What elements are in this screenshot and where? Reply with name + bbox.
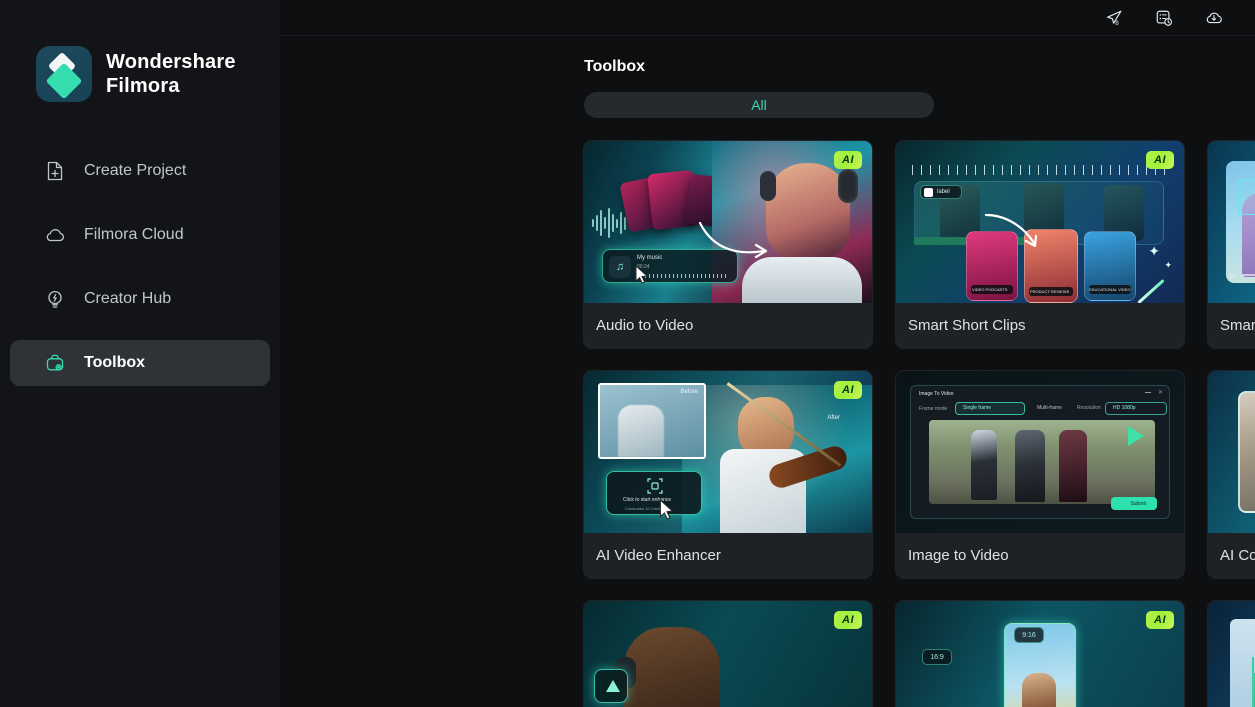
sidebar-item-label: Create Project (84, 162, 187, 179)
tool-card-smart-scene-cut[interactable]: ▷ 00:11 Highlight Detect Scene Cut Scene… (1208, 141, 1255, 348)
file-plus-icon (44, 160, 66, 182)
sidebar-item-label: Filmora Cloud (84, 226, 184, 243)
resolution-value: HD 1080p (1113, 405, 1136, 411)
ai-badge: AI (834, 151, 862, 169)
tab-all-label: All (751, 97, 767, 113)
card-thumbnail: 16:9 9:16 AI (896, 601, 1184, 707)
ratio-9-16-chip: 9:16 (1014, 627, 1044, 643)
card-thumbnail: Planar Tracking (1208, 601, 1255, 707)
toolbox-content: Toolbox All ♫ My music 00:24 AI Audio to… (280, 36, 1255, 707)
ai-badge: AI (834, 381, 862, 399)
sidebar-item-label: Creator Hub (84, 290, 172, 307)
card-title: Smart Scene Cut (1220, 317, 1255, 334)
cloud-download-icon[interactable] (1197, 3, 1231, 33)
apps-grid-icon[interactable] (1247, 3, 1255, 33)
card-title: Audio to Video (596, 317, 694, 334)
dialog-title: Image To Video (919, 391, 954, 397)
toolbox-icon (44, 352, 66, 374)
tool-card-audio-to-video[interactable]: ♫ My music 00:24 AI Audio to Video (584, 141, 872, 348)
task-history-icon[interactable] (1147, 3, 1181, 33)
tool-card-row3-3[interactable]: Planar Tracking (1208, 601, 1255, 707)
brand-line-2: Filmora (106, 75, 180, 97)
card-thumbnail: ♫ My music 00:24 AI (584, 141, 872, 303)
sidebar-nav: Create Project Filmora Cloud Creator Hub… (0, 148, 280, 386)
tab-single-frame[interactable]: Single frame (963, 405, 991, 411)
brand-logo-block: Wondershare Filmora (0, 0, 280, 102)
card-title: AI Video Enhancer (596, 547, 721, 564)
before-label: Before (680, 389, 698, 395)
ai-badge: AI (834, 611, 862, 629)
clip-2-label: PRODUCT REVIEWS (1030, 289, 1070, 294)
send-feedback-icon[interactable]: 8 (1097, 3, 1131, 33)
card-thumbnail: Before After Click to start enhance Cons… (584, 371, 872, 533)
card-thumbnail: ▷ 00:11 Highlight Detect Scene Cut Scene… (1208, 141, 1255, 303)
cloud-icon (44, 224, 66, 246)
mode-label: Frame mode (919, 406, 948, 412)
tool-card-image-to-video[interactable]: Image To Video ✕ Frame mode Single frame… (896, 371, 1184, 578)
card-title: AI Color Palette (1220, 547, 1255, 564)
card-thumbnail: Image To Video ✕ Frame mode Single frame… (896, 371, 1184, 533)
sidebar: Wondershare Filmora Create Project Filmo… (0, 0, 280, 707)
filmora-app-window: Wondershare Filmora Create Project Filmo… (0, 0, 1255, 707)
ratio-from-label: 16:9 (930, 653, 944, 661)
clip-tag-label: label (937, 189, 950, 195)
sidebar-item-filmora-cloud[interactable]: Filmora Cloud (10, 212, 270, 258)
ai-badge: AI (1146, 611, 1174, 629)
lightbulb-icon (44, 288, 66, 310)
ratio-to-label: 9:16 (1022, 631, 1036, 639)
submit-button-label: Submit (1130, 501, 1146, 507)
tab-multi-frame[interactable]: Multi-frame (1037, 405, 1062, 411)
resolution-label: Resolution (1077, 405, 1101, 411)
after-label: After (827, 415, 840, 421)
brand-line-1: Wondershare (106, 51, 236, 73)
card-title: Image to Video (908, 547, 1009, 564)
card-thumbnail: AI (584, 601, 872, 707)
tool-card-row3-1[interactable]: AI (584, 601, 872, 707)
player-title-label: My music (637, 255, 663, 261)
filmora-logo-icon (36, 46, 92, 102)
sidebar-item-toolbox[interactable]: Toolbox (10, 340, 270, 386)
main-area: 8 Toolbox All ♫ My music 00:24 AI Audio … (280, 0, 1255, 707)
page-title: Toolbox (584, 58, 646, 75)
tool-card-ai-video-enhancer[interactable]: Before After Click to start enhance Cons… (584, 371, 872, 578)
card-title: Smart Short Clips (908, 317, 1026, 334)
tab-all[interactable]: All (584, 92, 934, 118)
tool-card-ai-color-palette[interactable]: AI AI AI Color Palette (1208, 371, 1255, 578)
tool-card-smart-short-clips[interactable]: label VIDEO PODCASTS PRODUCT REVIEWS EDU… (896, 141, 1184, 348)
card-thumbnail: label VIDEO PODCASTS PRODUCT REVIEWS EDU… (896, 141, 1184, 303)
titlebar: 8 (280, 0, 1255, 36)
sidebar-item-label: Toolbox (84, 354, 146, 371)
ai-badge: AI (1146, 151, 1174, 169)
clip-1-label: VIDEO PODCASTS (972, 287, 1008, 292)
sidebar-item-creator-hub[interactable]: Creator Hub (10, 276, 270, 322)
brand-name: Wondershare Filmora (106, 50, 236, 98)
ratio-16-9-chip: 16:9 (922, 649, 952, 665)
tool-card-row3-2[interactable]: 16:9 9:16 AI (896, 601, 1184, 707)
tool-card-grid: ♫ My music 00:24 AI Audio to Video label… (584, 141, 1255, 707)
sidebar-item-create-project[interactable]: Create Project (10, 148, 270, 194)
card-thumbnail: AI AI (1208, 371, 1255, 533)
clip-3-label: EDUCATIONAL VIDEO (1089, 287, 1131, 292)
svg-text:8: 8 (1115, 19, 1119, 26)
